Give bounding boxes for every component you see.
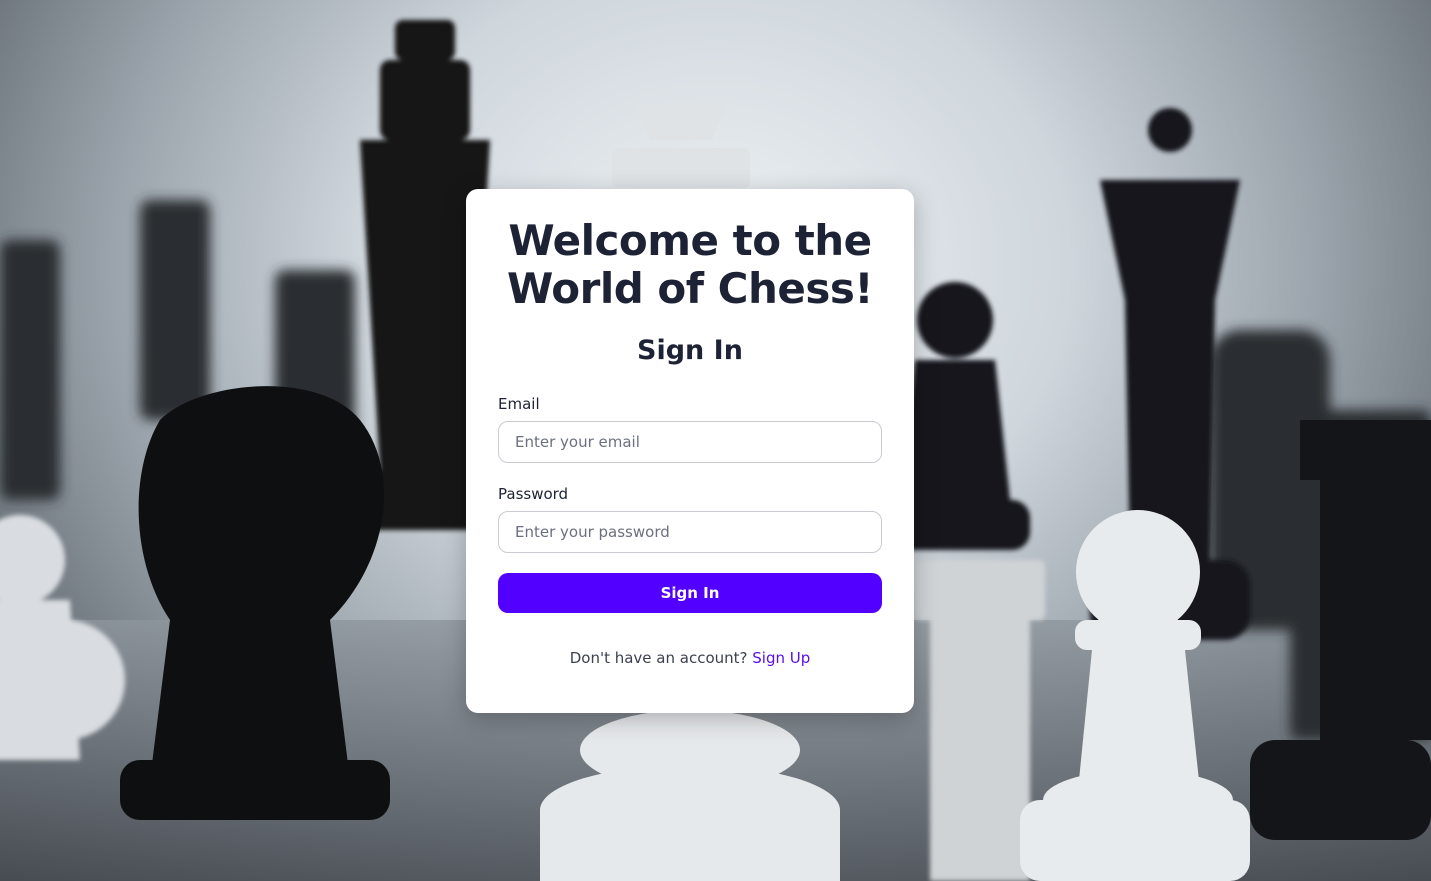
sign-in-heading: Sign In [637, 335, 743, 366]
signup-prompt-text: Don't have an account? [569, 649, 748, 667]
sign-in-card: Welcome to the World of Chess! Sign In E… [466, 189, 914, 713]
password-label: Password [498, 485, 569, 503]
email-label: Email [498, 395, 540, 413]
sign-in-button[interactable]: Sign In [498, 573, 882, 613]
signup-prompt: Don't have an account? Sign Up [498, 649, 882, 667]
email-field[interactable] [498, 421, 882, 463]
page-background: Welcome to the World of Chess! Sign In E… [0, 0, 1431, 881]
welcome-title: Welcome to the World of Chess! [506, 216, 874, 313]
password-field[interactable] [498, 511, 882, 553]
sign-up-link[interactable]: Sign Up [752, 649, 810, 667]
